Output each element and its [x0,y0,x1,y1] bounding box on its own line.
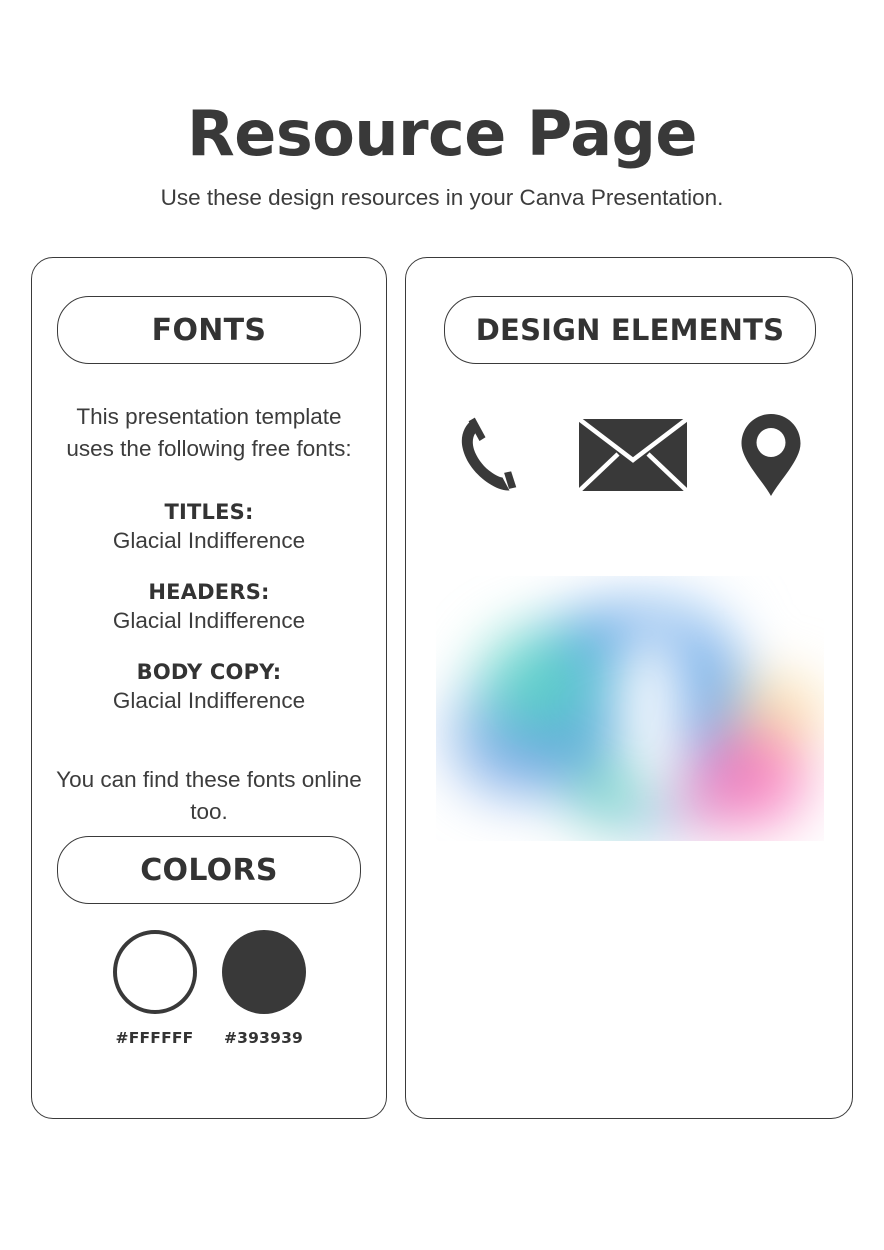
white-swatch-hex: #FFFFFF [115,1029,194,1047]
page-title: Resource Page [187,97,697,170]
font-group-titles: TITLES: Glacial Indifference [50,498,368,556]
font-group-body-copy: BODY COPY: Glacial Indifference [50,658,368,716]
color-swatch-white: #FFFFFF [112,930,198,1047]
font-group-label: HEADERS: [148,580,270,604]
location-pin-icon [740,412,802,498]
design-icons-row [444,404,816,506]
panels-container: FONTS This presentation template uses th… [0,257,884,1119]
font-group-value: Glacial Indifference [112,688,306,713]
font-group-label: TITLES: [164,500,254,524]
font-group-value: Glacial Indifference [112,528,306,553]
page-header: Resource Page Use these design resources… [0,0,884,212]
fonts-intro-text: This presentation template uses the foll… [66,403,352,462]
phone-icon [458,415,526,495]
fonts-outro-text: You can find these fonts online too. [56,766,362,825]
fonts-heading-label: FONTS [151,312,267,348]
font-group-headers: HEADERS: Glacial Indifference [50,578,368,636]
dark-swatch-circle [221,930,306,1014]
envelope-icon [578,418,688,492]
blob-teal-upper-left [472,624,607,744]
design-elements-heading-pill: DESIGN ELEMENTS [444,296,816,364]
font-group-value: Glacial Indifference [112,608,306,633]
color-swatch-row: #FFFFFF #393939 [57,930,361,1047]
white-swatch-circle [112,930,197,1014]
font-groups-list: TITLES: Glacial Indifference HEADERS: Gl… [50,498,368,716]
blob-white-highlight-lower [632,728,692,823]
page-subtitle: Use these design resources in your Canva… [160,185,724,210]
gradient-blob-graphic [436,576,824,841]
dark-swatch-hex: #393939 [223,1029,304,1047]
design-elements-heading-label: DESIGN ELEMENTS [475,313,785,347]
gradient-blob-layers [436,576,824,841]
color-swatch-dark: #393939 [221,930,307,1047]
fonts-and-colors-panel: FONTS This presentation template uses th… [31,257,387,1119]
design-elements-panel: DESIGN ELEMENTS [405,257,853,1119]
fonts-heading-pill: FONTS [57,296,361,364]
colors-heading-pill: COLORS [57,836,361,904]
font-group-label: BODY COPY: [136,660,282,684]
colors-heading-label: COLORS [140,852,278,888]
